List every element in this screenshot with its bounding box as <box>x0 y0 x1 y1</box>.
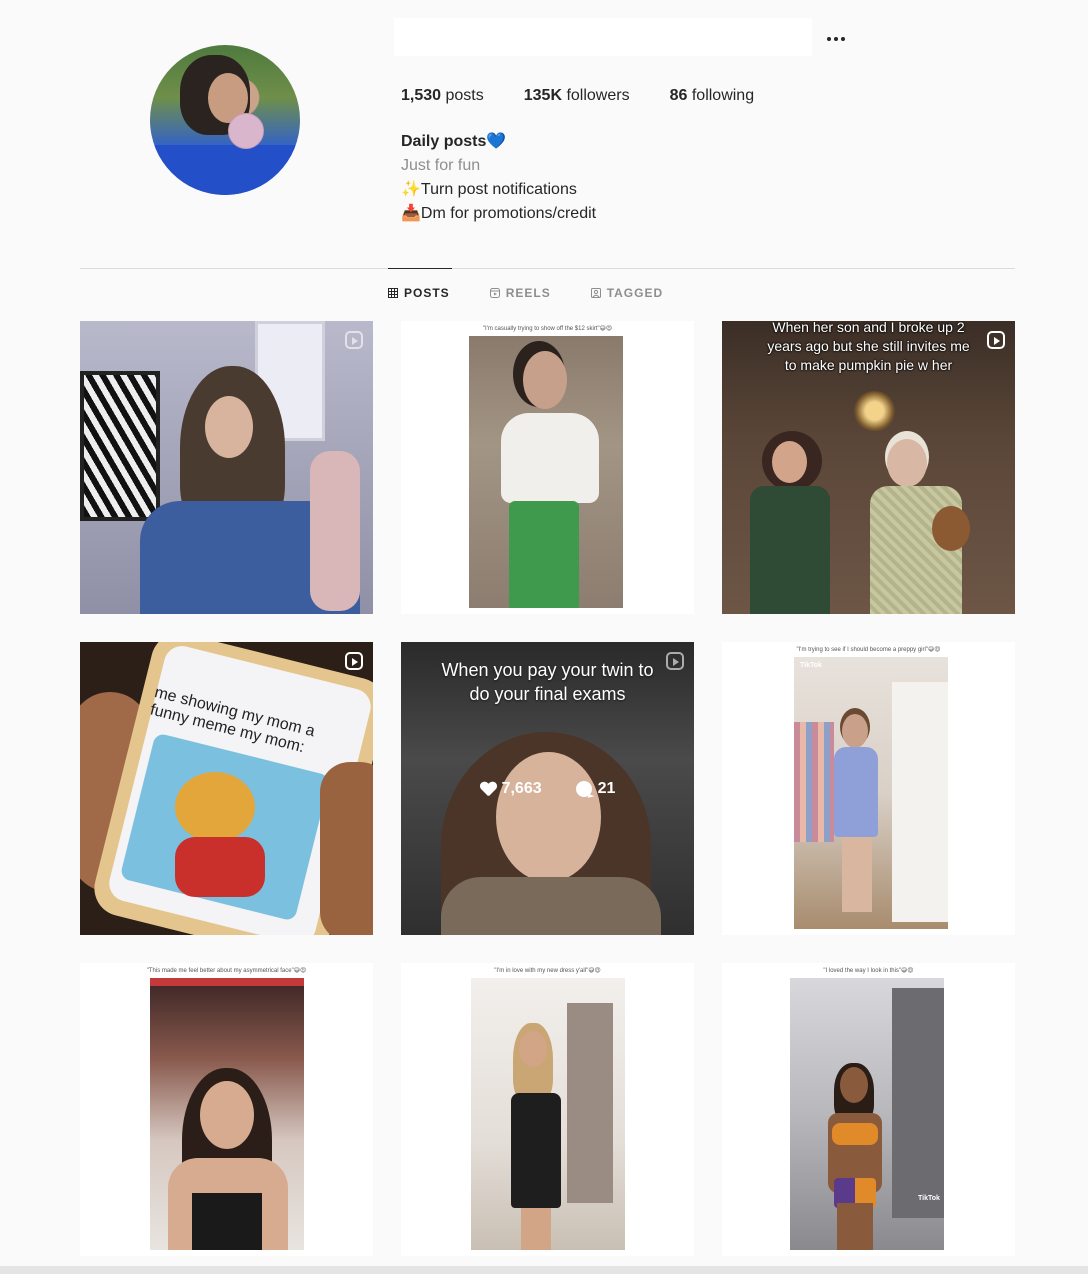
post-photo <box>932 506 970 551</box>
comment-icon <box>575 780 592 797</box>
post-photo <box>852 391 897 431</box>
more-options-button[interactable] <box>822 28 850 50</box>
dot-icon <box>834 37 838 41</box>
post-thumbnail[interactable]: "I'm casually trying to show off the $12… <box>401 321 694 614</box>
post-photo <box>509 501 579 608</box>
tiktok-watermark: TikTok <box>918 1195 940 1202</box>
post-overlay-text: When her son and I broke up 2 years ago … <box>767 321 970 373</box>
profile-avatar[interactable] <box>150 45 300 195</box>
post-thumbnail[interactable]: me showing my mom a funny meme my mom: <box>80 642 373 935</box>
heart-icon <box>480 782 496 796</box>
post-photo <box>794 722 834 842</box>
reel-icon <box>345 652 363 670</box>
post-thumbnail[interactable]: When you pay your twin to do your final … <box>401 642 694 935</box>
followers-label: followers <box>566 87 630 104</box>
post-caption: "This made me feel better about my asymm… <box>146 968 307 974</box>
likes-count: 7,663 <box>501 779 542 797</box>
bio-line-1: ✨Turn post notifications <box>401 181 577 198</box>
posts-label: posts <box>445 87 484 104</box>
post-photo <box>205 396 253 458</box>
tiktok-watermark: TikTok <box>800 662 822 669</box>
profile-tabs: POSTS REELS TAGGED <box>388 286 663 300</box>
post-thumbnail[interactable]: "I'm in love with my new dress y'all"😅😍 <box>401 963 694 1256</box>
post-photo <box>150 978 304 986</box>
following-label: following <box>691 87 755 104</box>
profile-stats: 1,530 posts 135K followers 86 following <box>401 87 754 105</box>
post-photo <box>521 1208 551 1250</box>
post-photo <box>832 1123 878 1145</box>
tab-posts[interactable]: POSTS <box>388 286 450 300</box>
post-thumbnail[interactable]: "I'm trying to see if I should become a … <box>722 642 1015 935</box>
bio-line-2: 📥Dm for promotions/credit <box>401 205 597 222</box>
post-photo <box>80 371 160 521</box>
post-photo <box>887 439 927 487</box>
following-stat[interactable]: 86 following <box>670 87 755 105</box>
post-photo <box>519 1031 547 1067</box>
following-count: 86 <box>669 87 688 104</box>
reel-icon <box>987 331 1005 349</box>
likes-stat: 7,663 <box>480 780 542 798</box>
reels-icon <box>489 288 500 298</box>
bio-category: Just for fun <box>401 157 481 174</box>
posts-grid: "I'm casually trying to show off the $12… <box>80 321 1015 1256</box>
profile-header: 1,530 posts 135K followers 86 following … <box>0 0 1088 268</box>
post-photo <box>834 747 878 837</box>
post-photo <box>892 682 948 922</box>
post-photo <box>892 988 944 1218</box>
post-photo <box>192 1193 262 1250</box>
post-photo <box>750 486 830 614</box>
post-photo <box>511 1093 561 1208</box>
post-photo <box>842 714 868 748</box>
avatar-shirt <box>150 145 300 195</box>
active-tab-indicator <box>388 268 452 269</box>
bio-name: Daily posts💙 <box>401 133 507 150</box>
username-redacted <box>394 18 812 56</box>
tab-tagged-label: TAGGED <box>606 286 664 300</box>
post-caption: "I'm trying to see if I should become a … <box>796 647 941 653</box>
post-thumbnail[interactable] <box>80 321 373 614</box>
tab-tagged[interactable]: TAGGED <box>590 286 664 300</box>
post-thumbnail[interactable]: When her son and I broke up 2 years ago … <box>722 321 1015 614</box>
post-photo <box>567 1003 613 1203</box>
profile-bio: Daily posts💙 Just for fun ✨Turn post not… <box>401 130 596 226</box>
dot-icon <box>827 37 831 41</box>
grid-icon <box>388 288 398 298</box>
post-photo <box>320 762 373 935</box>
comments-stat: 21 <box>575 779 616 798</box>
tagged-icon <box>590 288 601 298</box>
post-photo <box>523 351 567 409</box>
bottom-scroll-strip <box>0 1266 1088 1274</box>
post-photo <box>310 451 360 611</box>
tabs-divider <box>80 268 1015 269</box>
post-photo <box>837 1203 873 1250</box>
tab-reels-label: REELS <box>505 286 551 300</box>
reel-icon <box>345 331 363 349</box>
post-photo <box>840 1067 868 1103</box>
avatar-bubblegum <box>228 113 264 149</box>
post-photo <box>501 413 599 503</box>
tab-posts-label: POSTS <box>404 286 450 300</box>
post-photo <box>842 837 872 912</box>
post-photo <box>772 441 807 483</box>
post-photo <box>175 837 265 897</box>
post-caption: "I'm in love with my new dress y'all"😅😍 <box>494 968 601 974</box>
tab-reels[interactable]: REELS <box>489 286 551 300</box>
dot-icon <box>841 37 845 41</box>
posts-count: 1,530 <box>401 87 442 104</box>
post-photo <box>200 1081 254 1149</box>
post-caption: "I loved the way I look in this"😅😍 <box>823 968 914 974</box>
post-thumbnail[interactable]: "I loved the way I look in this"😅😍 TikTo… <box>722 963 1015 1256</box>
posts-stat: 1,530 posts <box>401 87 484 105</box>
post-thumbnail[interactable]: "This made me feel better about my asymm… <box>80 963 373 1256</box>
followers-stat[interactable]: 135K followers <box>524 87 630 105</box>
post-photo <box>175 772 255 842</box>
comments-count: 21 <box>597 779 616 797</box>
followers-count: 135K <box>523 87 562 104</box>
post-hover-stats: 7,663 21 <box>401 642 694 935</box>
post-caption: "I'm casually trying to show off the $12… <box>482 326 613 332</box>
